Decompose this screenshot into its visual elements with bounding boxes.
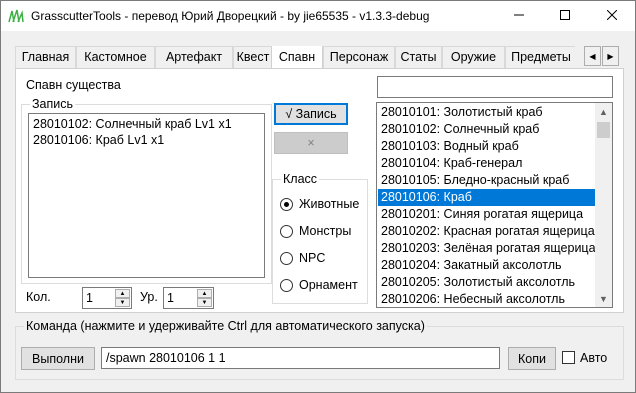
- level-value: 1: [167, 291, 174, 305]
- auto-run-label: Авто: [580, 351, 608, 365]
- list-item[interactable]: 28010102: Солнечный краб Lv1 x1: [33, 117, 264, 133]
- count-stepper[interactable]: 1 ▲ ▼: [82, 287, 132, 309]
- spin-down-icon[interactable]: ▼: [197, 298, 212, 307]
- tab-weapon[interactable]: Оружие: [442, 46, 505, 68]
- grasscutter-app-icon: [8, 9, 24, 23]
- command-input[interactable]: /spawn 28010106 1 1: [101, 347, 500, 369]
- tab-strip: Главная Кастомное Артефакт Квест Спавн П…: [15, 46, 575, 68]
- level-stepper[interactable]: 1 ▲ ▼: [163, 287, 214, 309]
- radio-icon: [280, 224, 293, 238]
- list-item[interactable]: 28010105: Бледно-красный краб: [378, 172, 596, 189]
- remove-record-button[interactable]: ×: [274, 132, 348, 154]
- spin-down-icon[interactable]: ▼: [115, 298, 130, 307]
- list-item-selected[interactable]: 28010106: Краб: [378, 189, 596, 206]
- mob-list-scrollbar[interactable]: ▲ ▼: [595, 103, 612, 307]
- spawn-section-label: Спавн существа: [26, 78, 121, 92]
- run-command-button[interactable]: Выполни: [21, 347, 95, 370]
- list-item[interactable]: 28010202: Красная рогатая ящерица: [378, 223, 596, 240]
- maximize-icon: [560, 9, 570, 23]
- tab-custom[interactable]: Кастомное: [76, 46, 155, 68]
- records-list[interactable]: 28010102: Солнечный краб Lv1 x1 28010106…: [28, 113, 265, 278]
- class-monsters-label: Монстры: [299, 224, 352, 238]
- tab-quest[interactable]: Квест: [233, 46, 273, 68]
- count-label: Кол.: [26, 290, 51, 304]
- add-record-button[interactable]: √ Запись: [274, 103, 348, 125]
- level-spin[interactable]: ▲ ▼: [197, 289, 212, 307]
- list-item[interactable]: 28010103: Водный краб: [378, 138, 596, 155]
- list-item[interactable]: 28010106: Краб Lv1 x1: [33, 133, 264, 149]
- class-ornament-label: Орнамент: [299, 278, 358, 292]
- count-spin[interactable]: ▲ ▼: [115, 289, 130, 307]
- radio-checked-icon: [280, 197, 293, 211]
- list-item[interactable]: 28010206: Небесный аксолотль: [378, 291, 596, 307]
- records-group-title: Запись: [30, 97, 76, 111]
- window-title: GrasscutterTools - перевод Юрий Дворецки…: [31, 9, 430, 23]
- spin-up-icon[interactable]: ▲: [197, 289, 212, 298]
- tab-character[interactable]: Персонаж: [323, 46, 395, 68]
- list-item[interactable]: 28010101: Золотистый краб: [378, 104, 596, 121]
- scrollbar-thumb[interactable]: [597, 122, 610, 138]
- minimize-button[interactable]: [496, 1, 542, 31]
- list-item[interactable]: 28010203: Зелёная рогатая ящерица: [378, 240, 596, 257]
- command-group-title: Команда (нажмите и удерживайте Ctrl для …: [24, 319, 427, 333]
- class-ornament-radio[interactable]: Орнамент: [280, 277, 358, 293]
- class-monsters-radio[interactable]: Монстры: [280, 223, 351, 239]
- tab-artifact[interactable]: Артефакт: [155, 46, 233, 68]
- spin-up-icon[interactable]: ▲: [115, 289, 130, 298]
- tab-main[interactable]: Главная: [15, 46, 76, 68]
- radio-icon: [280, 278, 293, 292]
- auto-run-checkbox[interactable]: [562, 351, 575, 364]
- maximize-button[interactable]: [542, 1, 588, 31]
- tab-items[interactable]: Предметы: [505, 46, 575, 68]
- search-input[interactable]: [377, 76, 613, 98]
- class-animals-label: Животные: [299, 197, 360, 211]
- main-window: GrasscutterTools - перевод Юрий Дворецки…: [0, 0, 636, 393]
- class-animals-radio[interactable]: Животные: [280, 196, 359, 212]
- radio-icon: [280, 251, 293, 265]
- list-item[interactable]: 28010204: Закатный аксолотль: [378, 257, 596, 274]
- chevron-right-icon: ▶: [607, 51, 614, 61]
- close-button[interactable]: [589, 1, 635, 31]
- mob-list[interactable]: 28010101: Золотистый краб 28010102: Солн…: [376, 102, 613, 308]
- list-item[interactable]: 28010104: Краб-генерал: [378, 155, 596, 172]
- tab-scroll-right-button[interactable]: ▶: [602, 46, 619, 66]
- class-npc-label: NPC: [299, 251, 326, 265]
- chevron-left-icon: ◀: [589, 51, 596, 61]
- list-item[interactable]: 28010102: Солнечный краб: [378, 121, 596, 138]
- tab-spawn[interactable]: Спавн: [271, 46, 323, 68]
- tab-scroll-left-button[interactable]: ◀: [584, 46, 601, 66]
- scroll-down-icon[interactable]: ▼: [595, 290, 612, 307]
- count-value: 1: [86, 291, 93, 305]
- list-item[interactable]: 28010205: Золотистый аксолотль: [378, 274, 596, 291]
- close-icon: [606, 9, 618, 23]
- class-npc-radio[interactable]: NPC: [280, 250, 325, 266]
- minimize-icon: [514, 9, 524, 23]
- class-group-title: Класс: [281, 172, 320, 186]
- list-item[interactable]: 28010201: Синяя рогатая ящерица: [378, 206, 596, 223]
- level-label: Ур.: [140, 290, 158, 304]
- tab-stats[interactable]: Статы: [395, 46, 442, 68]
- title-bar[interactable]: GrasscutterTools - перевод Юрий Дворецки…: [1, 1, 635, 31]
- copy-command-button[interactable]: Копи: [508, 347, 556, 370]
- scroll-up-icon[interactable]: ▲: [595, 103, 612, 120]
